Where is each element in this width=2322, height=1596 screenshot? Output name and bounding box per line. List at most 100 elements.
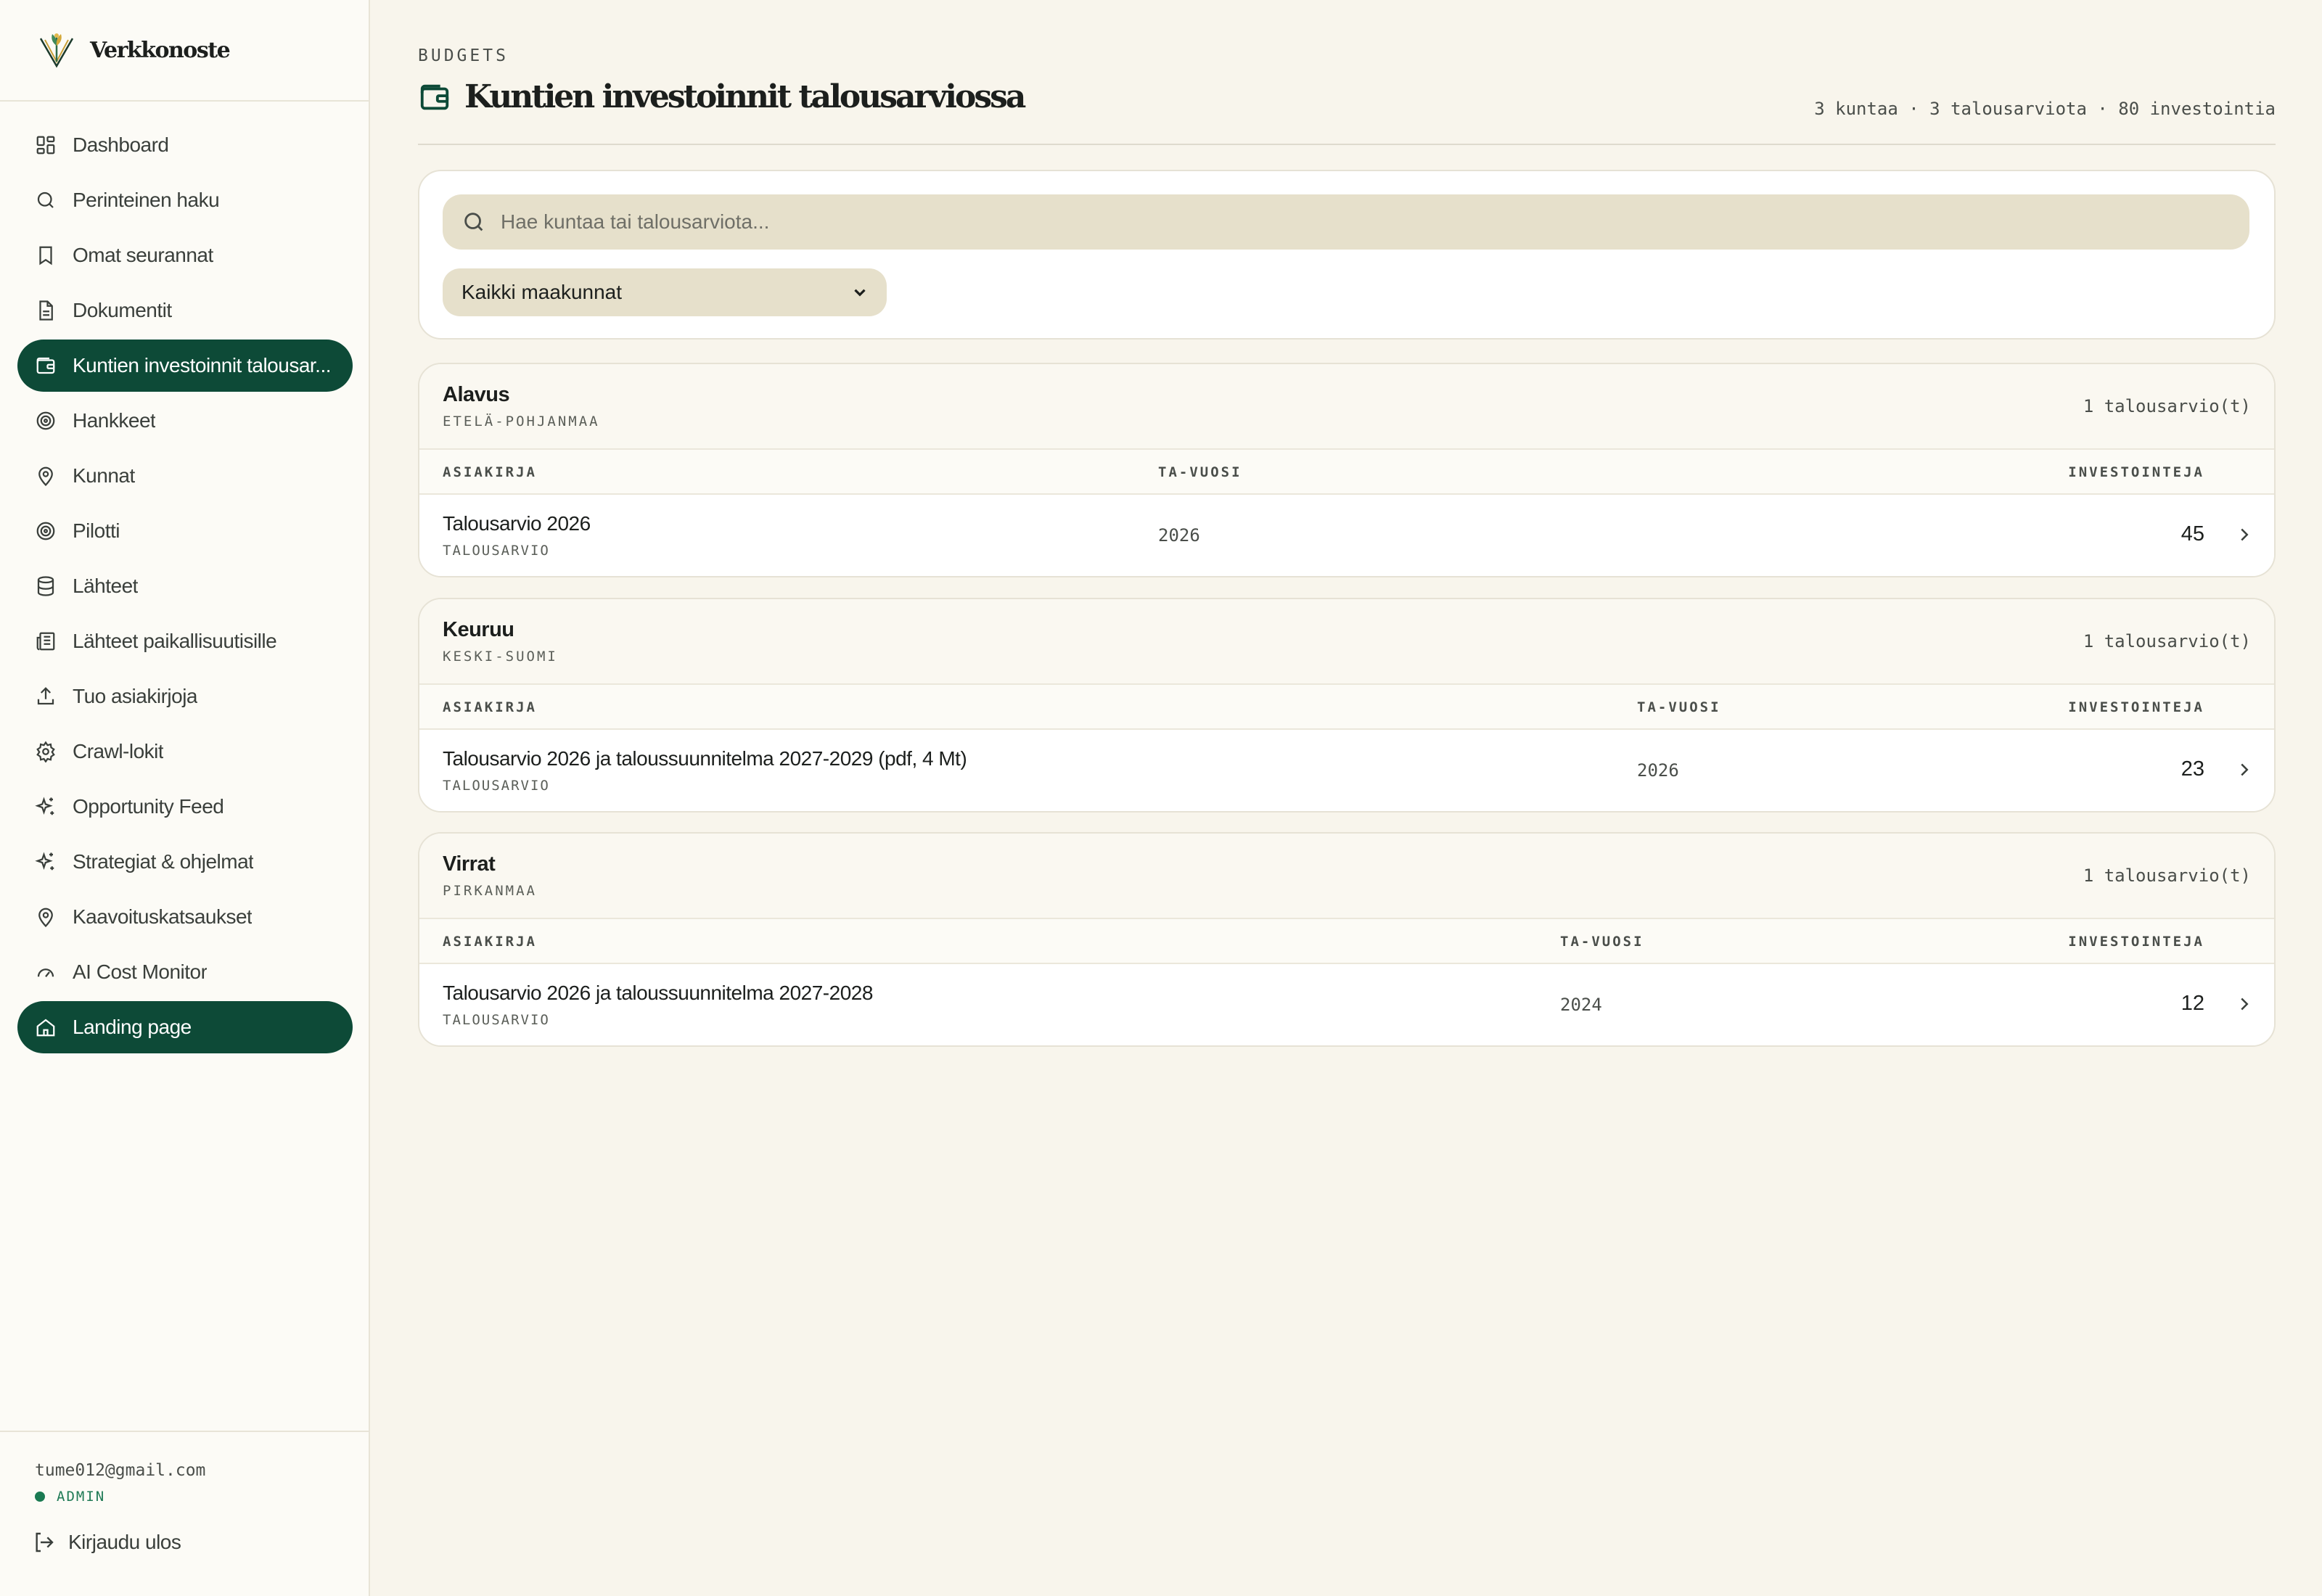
logout-icon xyxy=(36,1532,54,1552)
table-row[interactable]: Talousarvio 2026 ja taloussuunnitelma 20… xyxy=(419,964,2274,1045)
document-type: TALOUSARVIO xyxy=(443,1012,550,1028)
sidebar-nav: Dashboard Perinteinen haku Omat seuranna… xyxy=(17,119,353,1056)
budget-count: 1 talousarvio(t) xyxy=(2083,396,2251,416)
sidebar-item-label: Tuo asiakirjoja xyxy=(73,685,197,707)
database-icon xyxy=(37,576,54,596)
municipality-card-keuruu: Keuruu KESKI-SUOMI 1 talousarvio(t) ASIA… xyxy=(418,598,2276,813)
page-title-row: Kuntien investoinnit talousarviossa xyxy=(418,78,1026,115)
sidebar-item-label: Kaavoituskatsaukset xyxy=(73,905,253,928)
column-header-year: TA-VUOSI xyxy=(1158,464,1242,480)
sidebar-item-hankkeet[interactable]: Hankkeet xyxy=(17,395,353,447)
municipality-header: Keuruu KESKI-SUOMI 1 talousarvio(t) xyxy=(419,599,2274,685)
sidebar-item-label: AI Cost Monitor xyxy=(73,961,208,983)
sidebar-item-label: Omat seurannat xyxy=(73,244,213,266)
map-pin-icon xyxy=(38,908,53,928)
brand-logo-icon xyxy=(39,33,74,68)
sidebar-item-label: Dashboard xyxy=(73,133,169,156)
sidebar-item-crawl-lokit[interactable]: Crawl-lokit xyxy=(17,725,353,778)
wallet-icon xyxy=(420,84,449,110)
document-title: Talousarvio 2026 ja taloussuunnitelma 20… xyxy=(443,747,967,770)
municipality-card-alavus: Alavus ETELÄ-POHJANMAA 1 talousarvio(t) … xyxy=(418,363,2276,577)
sidebar-item-label: Lähteet xyxy=(73,575,138,597)
table-row[interactable]: Talousarvio 2026 TALOUSARVIO 2026 45 xyxy=(419,495,2274,576)
status-dot-icon xyxy=(35,1492,45,1502)
header-divider xyxy=(418,144,2276,145)
sidebar-item-label: Crawl-lokit xyxy=(73,740,164,762)
sidebar-item-kuntien-investoinnit[interactable]: Kuntien investoinnit talousar... xyxy=(17,340,353,392)
search-box[interactable] xyxy=(443,194,2249,250)
municipality-region: KESKI-SUOMI xyxy=(443,649,558,665)
budget-count: 1 talousarvio(t) xyxy=(2083,631,2251,651)
page-eyebrow: BUDGETS xyxy=(418,46,509,65)
sidebar-item-tuo-asiakirjoja[interactable]: Tuo asiakirjoja xyxy=(17,670,353,723)
sidebar: Verkkonoste Dashboard Perinteinen haku O… xyxy=(0,0,370,1596)
column-header-document: ASIAKIRJA xyxy=(443,464,537,480)
logout-label: Kirjaudu ulos xyxy=(68,1531,181,1553)
municipality-name: Keuruu xyxy=(443,618,514,641)
sidebar-item-label: Strategiat & ohjelmat xyxy=(73,850,254,873)
search-icon xyxy=(464,213,483,231)
search-icon xyxy=(37,192,54,208)
gear-icon xyxy=(36,741,55,762)
sidebar-item-kunnat[interactable]: Kunnat xyxy=(17,450,353,502)
sparkles-icon xyxy=(35,852,54,871)
chevron-right-icon[interactable] xyxy=(2233,993,2255,1015)
municipality-name: Virrat xyxy=(443,852,496,876)
table-header: ASIAKIRJA TA-VUOSI INVESTOINTEJA xyxy=(419,685,2274,730)
sidebar-item-dashboard[interactable]: Dashboard xyxy=(17,119,353,171)
newspaper-icon xyxy=(36,632,55,651)
table-header: ASIAKIRJA TA-VUOSI INVESTOINTEJA xyxy=(419,919,2274,964)
document-type: TALOUSARVIO xyxy=(443,778,550,794)
column-header-investments: INVESTOINTEJA xyxy=(2068,464,2204,480)
column-header-year: TA-VUOSI xyxy=(1637,699,1721,715)
budget-year: 2026 xyxy=(1637,760,1679,781)
municipality-region: PIRKANMAA xyxy=(443,883,537,899)
sidebar-item-landing-page[interactable]: Landing page xyxy=(17,1001,353,1053)
wallet-icon xyxy=(36,357,55,374)
chevron-right-icon[interactable] xyxy=(2233,524,2255,546)
sidebar-item-kaavoituskatsaukset[interactable]: Kaavoituskatsaukset xyxy=(17,891,353,943)
page-title: Kuntien investoinnit talousarviossa xyxy=(464,78,1026,115)
sidebar-item-opportunity-feed[interactable]: Opportunity Feed xyxy=(17,781,353,833)
investment-count: 23 xyxy=(2181,757,2204,781)
user-email: tume012@gmail.com xyxy=(35,1461,206,1480)
municipality-card-virrat: Virrat PIRKANMAA 1 talousarvio(t) ASIAKI… xyxy=(418,832,2276,1047)
logout-button[interactable]: Kirjaudu ulos xyxy=(32,1531,181,1554)
sidebar-item-omat-seurannat[interactable]: Omat seurannat xyxy=(17,229,353,281)
sidebar-item-label: Kuntien investoinnit talousar... xyxy=(73,354,332,377)
brand[interactable]: Verkkonoste xyxy=(0,0,369,102)
sparkles-icon xyxy=(35,797,54,815)
column-header-document: ASIAKIRJA xyxy=(443,934,537,950)
target-icon xyxy=(36,522,55,540)
dashboard-icon xyxy=(36,136,55,155)
sidebar-item-lahteet[interactable]: Lähteet xyxy=(17,560,353,612)
sidebar-item-label: Landing page xyxy=(73,1016,192,1038)
page-stats: 3 kuntaa · 3 talousarviota · 80 investoi… xyxy=(1814,99,2276,119)
sidebar-item-ai-cost-monitor[interactable]: AI Cost Monitor xyxy=(17,946,353,998)
sidebar-item-strategiat[interactable]: Strategiat & ohjelmat xyxy=(17,836,353,888)
sidebar-item-dokumentit[interactable]: Dokumentit xyxy=(17,284,353,337)
table-row[interactable]: Talousarvio 2026 ja taloussuunnitelma 20… xyxy=(419,730,2274,811)
upload-icon xyxy=(37,687,54,705)
table-header: ASIAKIRJA TA-VUOSI INVESTOINTEJA xyxy=(419,450,2274,495)
brand-name: Verkkonoste xyxy=(90,37,231,63)
region-select[interactable]: Kaikki maakunnat xyxy=(443,268,887,316)
sidebar-item-label: Opportunity Feed xyxy=(73,795,224,818)
column-header-investments: INVESTOINTEJA xyxy=(2068,699,2204,715)
user-role: ADMIN xyxy=(57,1489,106,1505)
document-type: TALOUSARVIO xyxy=(443,543,550,559)
sidebar-footer: tume012@gmail.com ADMIN Kirjaudu ulos xyxy=(0,1431,369,1596)
map-pin-icon xyxy=(38,466,53,487)
sidebar-item-pilotti[interactable]: Pilotti xyxy=(17,505,353,557)
document-title: Talousarvio 2026 xyxy=(443,512,591,535)
sidebar-item-label: Hankkeet xyxy=(73,409,156,432)
sidebar-item-lahteet-paikallisuutisille[interactable]: Lähteet paikallisuutisille xyxy=(17,615,353,667)
sidebar-item-label: Pilotti xyxy=(73,519,120,542)
sidebar-item-perinteinen-haku[interactable]: Perinteinen haku xyxy=(17,174,353,226)
search-input[interactable] xyxy=(501,210,2170,234)
document-title: Talousarvio 2026 ja taloussuunnitelma 20… xyxy=(443,982,873,1004)
chevron-right-icon[interactable] xyxy=(2233,759,2255,781)
sidebar-item-label: Perinteinen haku xyxy=(73,189,220,211)
budget-year: 2026 xyxy=(1158,525,1200,546)
sidebar-item-label: Kunnat xyxy=(73,464,135,487)
